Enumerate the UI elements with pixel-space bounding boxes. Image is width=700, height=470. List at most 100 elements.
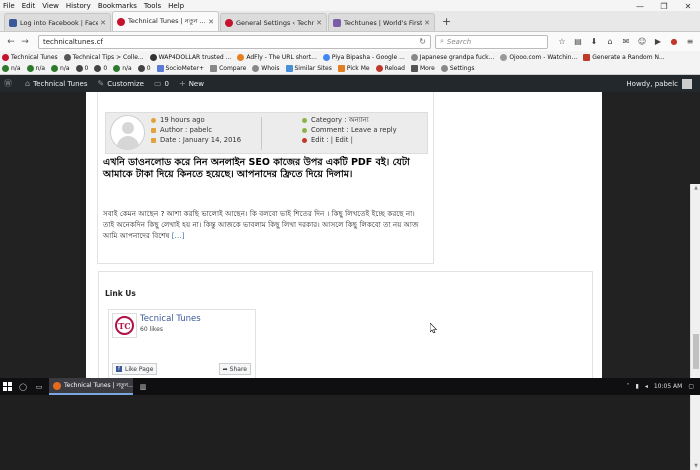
account-menu[interactable]: Howdy, pabelc	[626, 75, 692, 92]
menu-help[interactable]: Help	[168, 2, 184, 10]
seo-item[interactable]: 0	[137, 65, 151, 72]
bookmark-label: Ojooo.com - Watchin...	[509, 53, 578, 61]
post-title[interactable]: এখনি ডাওনলোড করে নিন অনলাইন SEO কাজের উপ…	[103, 157, 421, 181]
pick-me-button[interactable]: Pick Me	[337, 65, 370, 72]
folder-icon	[302, 117, 307, 123]
menu-history[interactable]: History	[66, 2, 91, 10]
seo-label: Whois	[261, 65, 280, 72]
menu-edit[interactable]: Edit	[22, 2, 36, 10]
start-button[interactable]	[0, 378, 15, 395]
seo-value: n/a	[122, 65, 132, 72]
menu-file[interactable]: File	[3, 2, 15, 10]
similar-sites-button[interactable]: Similar Sites	[285, 65, 332, 72]
taskbar-app-icon[interactable]: ▥	[135, 383, 151, 391]
home-icon[interactable]: ⌂	[602, 37, 618, 46]
back-button[interactable]: ←	[4, 37, 18, 47]
category-link[interactable]: অন্যান্য	[349, 115, 369, 125]
page-name-link[interactable]: Tecnical Tunes	[140, 314, 201, 324]
rank-icon	[51, 65, 59, 72]
bookmark-item[interactable]: Generate a Random N...	[583, 53, 665, 61]
tab-technical-tunes[interactable]: Technical Tunes | নতুন ... ✕	[112, 11, 219, 31]
new-content-link[interactable]: + New	[179, 79, 204, 88]
more-button[interactable]: More	[410, 65, 435, 72]
compare-button[interactable]: Compare	[210, 65, 246, 72]
search-input[interactable]: ⌕ Search	[435, 34, 548, 49]
seo-item[interactable]: n/a	[113, 65, 132, 72]
taskbar-firefox[interactable]: Technical Tunes | নতুন...	[49, 378, 133, 395]
bookmark-icon	[322, 53, 330, 61]
seo-value: 0	[103, 65, 108, 72]
comments-link[interactable]: ▭ 0	[154, 79, 169, 88]
read-more-link[interactable]: […]	[172, 231, 185, 240]
dmoz-icon	[113, 65, 121, 72]
scroll-thumb[interactable]	[693, 334, 699, 369]
reading-list-icon[interactable]: ▤	[570, 37, 586, 46]
bookmark-star-icon[interactable]: ☆	[554, 37, 570, 46]
bookmark-item[interactable]: Technical Tips > Colle...	[63, 53, 144, 61]
seo-item[interactable]: n/a	[2, 65, 21, 72]
bookmark-item[interactable]: Technical Tunes	[2, 53, 58, 61]
reload-icon[interactable]: ↻	[419, 37, 426, 46]
bookmark-icon	[583, 53, 591, 61]
sociometer-button[interactable]: SocioMeter+	[156, 65, 204, 72]
bookmark-icon	[149, 53, 157, 61]
menu-view[interactable]: View	[42, 2, 59, 10]
edit-link[interactable]: | Edit |	[331, 135, 353, 145]
scroll-up-icon[interactable]: ▲	[691, 185, 700, 191]
tray-chevron-icon[interactable]: ˄	[627, 383, 630, 390]
edit-icon	[302, 137, 307, 143]
wp-logo-button[interactable]: Ⓦ	[4, 78, 15, 89]
network-icon[interactable]: ▮	[636, 383, 639, 390]
whois-button[interactable]: Whois	[252, 65, 280, 72]
notifications-icon[interactable]: ▢	[688, 383, 694, 390]
tab-general-settings[interactable]: General Settings ‹ Technic... ✕	[220, 13, 327, 31]
search-placeholder: Search	[446, 37, 472, 46]
menu-bookmarks[interactable]: Bookmarks	[98, 2, 137, 10]
bookmark-item[interactable]: WAP4DOLLAR trusted ...	[149, 53, 231, 61]
tab-close-icon[interactable]: ✕	[316, 19, 322, 27]
task-view-icon[interactable]: ▭	[31, 383, 47, 391]
settings-button[interactable]: Settings	[440, 65, 474, 72]
menu-tools[interactable]: Tools	[144, 2, 161, 10]
emoji-icon[interactable]: ☺	[634, 37, 650, 46]
share-button[interactable]: ➦ Share	[218, 363, 251, 375]
tab-facebook[interactable]: Log into Facebook | Faceb... ✕	[4, 13, 111, 31]
customize-link[interactable]: ✎ Customize	[98, 79, 144, 88]
url-bar[interactable]: technicaltunes.cf ↻	[38, 34, 431, 49]
tab-close-icon[interactable]: ✕	[424, 19, 430, 27]
tab-techtunes[interactable]: Techtunes | World's First, ... ✕	[328, 13, 435, 31]
scrollbar[interactable]: ▲ ▼	[690, 184, 700, 470]
author-link[interactable]: pabelc	[190, 125, 213, 135]
play-icon[interactable]: ▶	[650, 37, 666, 46]
menu-icon[interactable]: ≡	[682, 37, 698, 46]
seo-item[interactable]: n/a	[51, 65, 70, 72]
bookmark-item[interactable]: Japanese grandpa fuck...	[410, 53, 494, 61]
cortana-search-icon[interactable]: ◯	[15, 383, 31, 391]
tab-close-icon[interactable]: ✕	[100, 19, 106, 27]
seo-item[interactable]: 0	[94, 65, 107, 72]
reload-button[interactable]: Reload	[375, 65, 405, 72]
like-page-button[interactable]: f Like Page	[112, 363, 158, 375]
bookmark-item[interactable]: Piya Bipasha - Google ...	[322, 53, 405, 61]
mail-icon[interactable]: ✉	[618, 37, 634, 46]
clock-icon	[151, 117, 156, 123]
scroll-down-icon[interactable]: ▼	[691, 463, 700, 469]
record-icon[interactable]: ●	[666, 37, 682, 46]
settings-icon	[440, 65, 448, 72]
page-logo[interactable]: TC	[112, 313, 137, 338]
forward-button[interactable]: →	[18, 37, 32, 47]
seo-item[interactable]: 0	[75, 65, 88, 72]
volume-icon[interactable]: ◂	[645, 383, 648, 390]
tab-close-icon[interactable]: ✕	[208, 18, 214, 26]
leave-reply-link[interactable]: Leave a reply	[351, 125, 397, 135]
new-tab-button[interactable]: +	[442, 13, 451, 31]
url-text[interactable]: technicaltunes.cf	[43, 38, 419, 46]
site-name-link[interactable]: ⌂ Technical Tunes	[25, 79, 88, 88]
seo-item[interactable]: n/a	[26, 65, 45, 72]
downloads-icon[interactable]: ⬇	[586, 37, 602, 46]
bookmark-item[interactable]: Ojooo.com - Watchin...	[500, 53, 578, 61]
pagerank-icon	[2, 65, 9, 72]
bookmark-item[interactable]: AdFly - The URL short...	[237, 53, 317, 61]
clock[interactable]: 10:05 AM	[654, 383, 682, 390]
bookmark-label: Technical Tunes	[11, 53, 58, 61]
